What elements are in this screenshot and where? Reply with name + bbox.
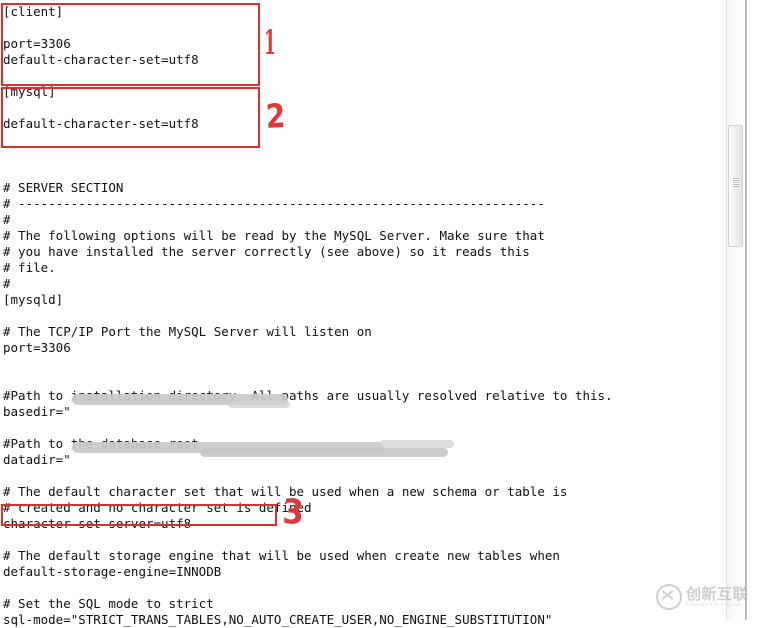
code-line: [mysql] (3, 84, 56, 99)
code-line: # created and no character set is define… (3, 500, 312, 515)
code-line: default-character-set=utf8 (3, 52, 199, 67)
code-line-basedir: basedir=" (3, 404, 71, 419)
code-line: # The following options will be read by … (3, 228, 545, 243)
basedir-value-redaction-tail (228, 401, 290, 408)
code-line: # The default character set that will be… (3, 484, 568, 499)
scrollbar-grip-icon (733, 178, 739, 187)
code-line: # --------------------------------------… (3, 196, 545, 211)
vertical-scrollbar-track[interactable] (726, 0, 744, 620)
code-line: default-character-set=utf8 (3, 116, 199, 131)
config-file-content[interactable]: [client] port=3306 default-character-set… (3, 4, 723, 628)
window-frame-border (745, 0, 747, 620)
code-line: # The default storage engine that will b… (3, 548, 560, 563)
code-line: [mysqld] (3, 292, 64, 307)
code-line: # you have installed the server correctl… (3, 244, 530, 259)
code-line: # (3, 212, 11, 227)
code-line-character-set-server: character-set-server=utf8 (3, 516, 192, 531)
code-line: # file. (3, 260, 56, 275)
code-line: port=3306 (3, 36, 71, 51)
code-line: default-storage-engine=INNODB (3, 564, 222, 579)
code-line: # Set the SQL mode to strict (3, 596, 214, 611)
datadir-value-redaction-extension (200, 448, 448, 457)
code-line: port=3306 (3, 340, 71, 355)
datadir-value-redaction-tail (380, 440, 454, 448)
code-line: sql-mode="STRICT_TRANS_TABLES,NO_AUTO_CR… (3, 612, 553, 627)
text-editor-surface[interactable]: [client] port=3306 default-character-set… (0, 0, 726, 627)
code-line: # SERVER SECTION (3, 180, 124, 195)
code-line: [client] (3, 4, 64, 19)
code-line: # The TCP/IP Port the MySQL Server will … (3, 324, 372, 339)
code-line: # (3, 276, 11, 291)
